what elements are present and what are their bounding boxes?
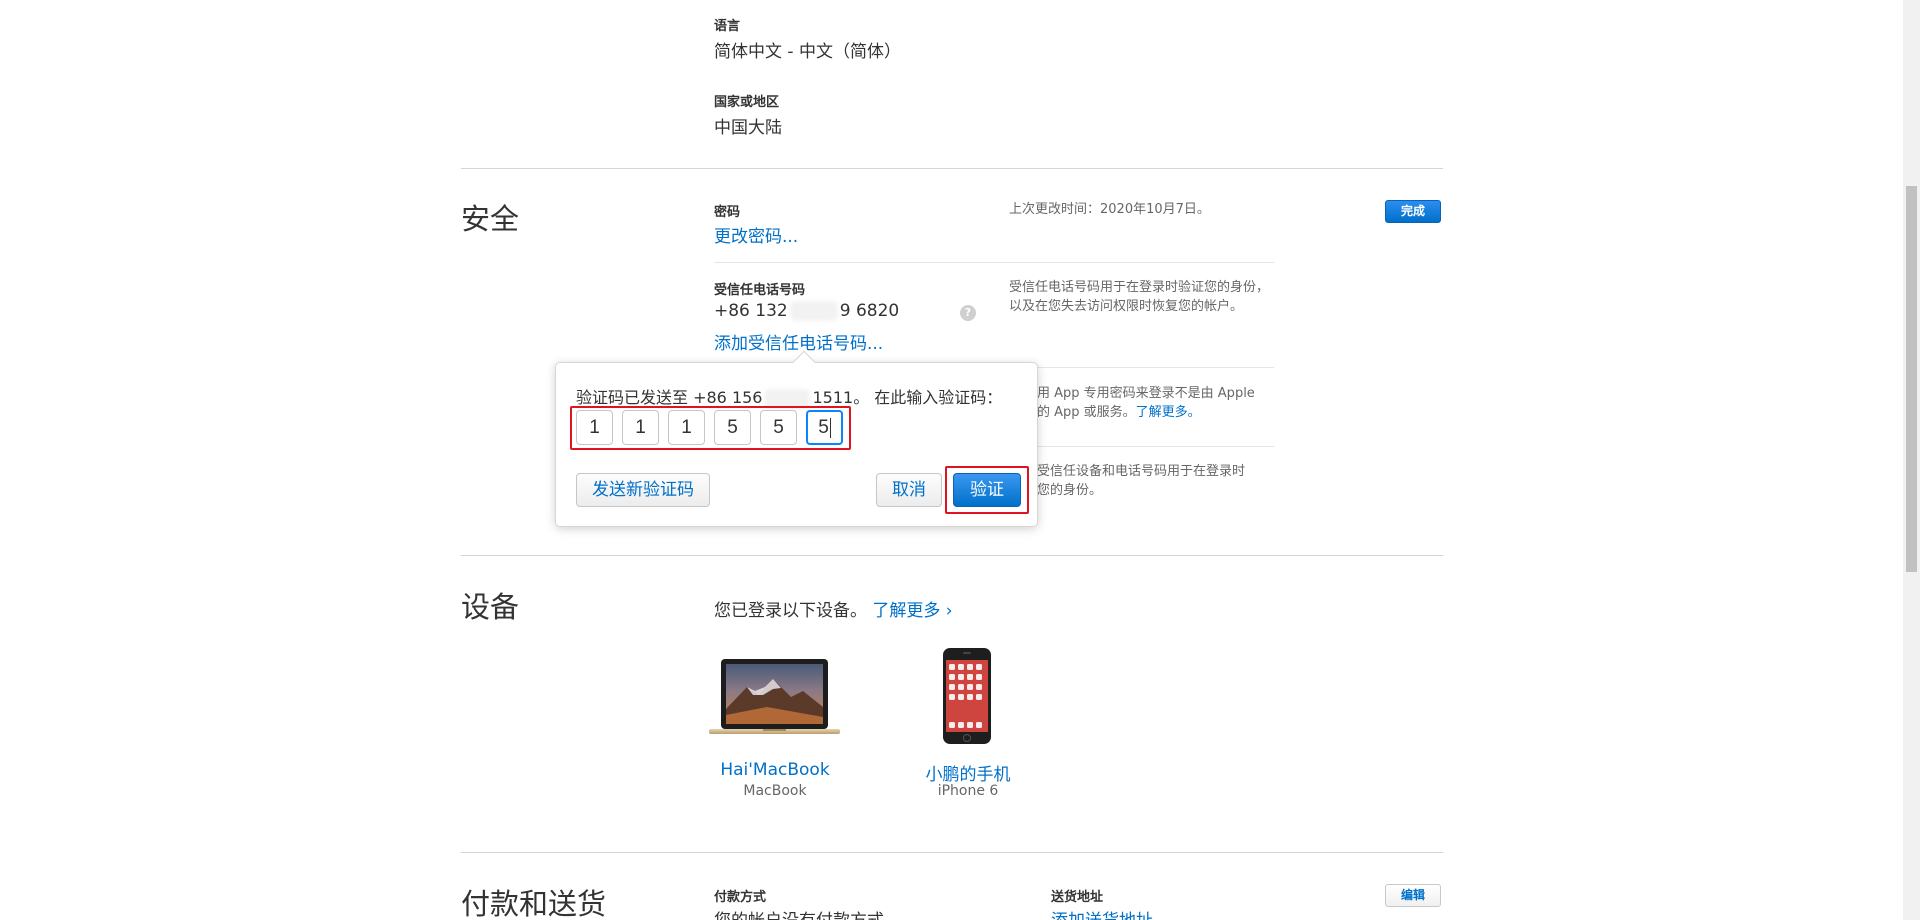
verify-message: 验证码已发送至 +86 156 1511。 在此输入验证码： xyxy=(576,384,1002,409)
verify-message-prefix: 验证码已发送至 +86 156 xyxy=(576,388,763,407)
region-label: 国家或地区 xyxy=(714,95,780,110)
edit-button[interactable]: 编辑 xyxy=(1385,884,1441,907)
app-password-description: 用 App 专用密码来登录不是由 Apple 的 App 或服务。了解更多。 xyxy=(1037,384,1255,422)
device-model-iphone: iPhone 6 xyxy=(937,783,999,799)
device-name-macbook[interactable]: Hai'MacBook xyxy=(700,760,850,780)
payment-method-label: 付款方式 xyxy=(714,890,767,905)
divider xyxy=(714,262,1274,263)
iphone-icon[interactable] xyxy=(942,648,992,744)
device-name-iphone[interactable]: 小鹏的手机 xyxy=(893,760,1043,785)
learn-more-link[interactable]: 了解更多。 xyxy=(1136,405,1201,420)
trusted-phone-number: +86 132 9 6820 xyxy=(714,301,899,321)
app-password-text-2: 的 App 或服务。 xyxy=(1037,405,1136,420)
divider xyxy=(461,168,1443,169)
region-value: 中国大陆 xyxy=(714,118,782,138)
app-password-text-1: 用 App 专用密码来登录不是由 Apple xyxy=(1037,386,1255,401)
devices-intro: 您已登录以下设备。 了解更多 › xyxy=(714,596,953,621)
devices-title: 设备 xyxy=(461,590,520,624)
trusted-devices-text-1: 受信任设备和电话号码用于在登录时 xyxy=(1037,464,1246,479)
change-password-link[interactable]: 更改密码... xyxy=(714,222,798,247)
add-trusted-phone-link[interactable]: 添加受信任电话号码... xyxy=(714,329,883,354)
payment-title: 付款和送货 xyxy=(461,887,607,920)
phone-redaction xyxy=(789,301,838,321)
trusted-devices-text-2: 您的身份。 xyxy=(1037,483,1103,498)
verify-message-suffix: 1511。 在此输入验证码： xyxy=(812,388,1003,407)
language-value: 简体中文 - 中文（简体） xyxy=(714,42,901,62)
scrollbar-thumb[interactable] xyxy=(1906,186,1917,572)
cancel-button[interactable]: 取消 xyxy=(876,473,942,507)
verify-code-dialog: 验证码已发送至 +86 156 1511。 在此输入验证码： 1 1 1 5 5 … xyxy=(555,350,1038,527)
dialog-caret xyxy=(792,350,816,374)
divider xyxy=(461,555,1443,556)
devices-intro-text: 您已登录以下设备。 xyxy=(714,601,867,621)
highlight-verify-button xyxy=(945,466,1029,514)
resend-code-button[interactable]: 发送新验证码 xyxy=(576,473,710,507)
password-last-changed: 上次更改时间：2020年10月7日。 xyxy=(1009,202,1210,217)
device-model-macbook: MacBook xyxy=(743,783,807,799)
add-shipping-address-link[interactable]: 添加送货地址 xyxy=(1051,906,1153,920)
trusted-phone-label: 受信任电话号码 xyxy=(714,283,806,298)
devices-learn-more-link[interactable]: 了解更多 › xyxy=(872,601,952,621)
trusted-phone-description: 受信任电话号码用于在登录时验证您的身份，以及在您失去访问权限时恢复您的帐户。 xyxy=(1009,280,1270,314)
highlight-code-inputs xyxy=(570,406,851,450)
phone-suffix: 9 6820 xyxy=(839,301,900,321)
shipping-address-label: 送货地址 xyxy=(1051,890,1104,905)
help-icon[interactable]: ? xyxy=(960,305,976,321)
password-label: 密码 xyxy=(714,205,741,220)
security-title: 安全 xyxy=(461,202,520,236)
payment-method-value: 您的帐户没有付款方式 xyxy=(714,906,884,920)
phone-prefix: +86 132 xyxy=(714,301,788,321)
done-button[interactable]: 完成 xyxy=(1385,200,1441,223)
trusted-devices-description: 受信任设备和电话号码用于在登录时 您的身份。 xyxy=(1037,462,1245,500)
language-label: 语言 xyxy=(714,19,741,34)
macbook-icon[interactable] xyxy=(707,657,842,737)
divider xyxy=(461,852,1443,853)
